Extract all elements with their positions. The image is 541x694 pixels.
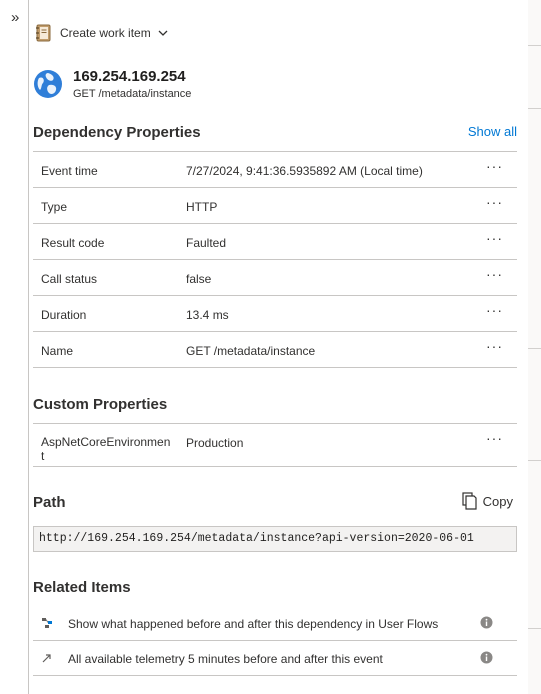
related-item[interactable]: Show what happened before and after this… [33, 606, 517, 641]
dependency-properties-table: Event time 7/27/2024, 9:41:36.5935892 AM… [33, 151, 517, 368]
property-value: 7/27/2024, 9:41:36.5935892 AM (Local tim… [186, 164, 423, 178]
chevron-down-icon [158, 30, 168, 36]
copy-label: Copy [482, 493, 513, 509]
related-items-list: Show what happened before and after this… [33, 606, 517, 676]
more-options-button[interactable]: ··· [486, 302, 503, 318]
copy-path-button[interactable]: Copy [462, 492, 513, 510]
user-flows-icon [42, 618, 52, 628]
more-options-button[interactable]: ··· [486, 194, 503, 210]
create-work-item-button[interactable]: Create work item [35, 22, 168, 44]
property-key: AspNetCoreEnvironment [41, 435, 171, 463]
right-strip-divider [528, 348, 541, 349]
left-collapsed-rail [0, 0, 28, 694]
property-key: Name [41, 344, 74, 358]
right-strip-divider [528, 628, 541, 629]
property-key: Event time [41, 164, 98, 178]
property-value: false [186, 272, 212, 286]
notebook-icon [36, 24, 51, 42]
property-value: 13.4 ms [186, 308, 229, 322]
custom-properties-table: AspNetCoreEnvironment Production ··· [33, 423, 517, 467]
dependency-command-subtitle: GET /metadata/instance [73, 88, 192, 100]
info-icon[interactable] [480, 651, 493, 664]
property-value: Production [186, 436, 244, 450]
property-row: Event time 7/27/2024, 9:41:36.5935892 AM… [33, 152, 517, 188]
create-work-item-label: Create work item [60, 26, 151, 40]
property-row: Name GET /metadata/instance ··· [33, 332, 517, 368]
property-key: Result code [41, 236, 105, 250]
property-row: Type HTTP ··· [33, 188, 517, 224]
related-item-label: All available telemetry 5 minutes before… [68, 652, 383, 666]
arrow-up-right-icon [42, 654, 51, 663]
info-icon[interactable] [480, 616, 493, 629]
property-key: Call status [41, 272, 98, 286]
globe-icon [34, 70, 62, 98]
right-background-strip [528, 0, 541, 694]
property-row: AspNetCoreEnvironment Production ··· [33, 424, 517, 467]
path-url-text: http://169.254.169.254/metadata/instance… [39, 532, 474, 545]
dependency-target-title: 169.254.169.254 [73, 68, 186, 85]
details-panel: Create work item 169.254.169.254 GET /me… [29, 0, 528, 694]
path-url-field[interactable]: http://169.254.169.254/metadata/instance… [33, 526, 517, 552]
related-item[interactable]: All available telemetry 5 minutes before… [33, 641, 517, 676]
copy-icon [462, 492, 477, 510]
property-row: Call status false ··· [33, 260, 517, 296]
property-value: Faulted [186, 236, 227, 250]
property-row: Duration 13.4 ms ··· [33, 296, 517, 332]
property-key: Type [41, 200, 68, 214]
path-heading: Path [33, 494, 66, 511]
property-row: Result code Faulted ··· [33, 224, 517, 260]
related-item-label: Show what happened before and after this… [68, 617, 439, 631]
property-value: HTTP [186, 200, 218, 214]
more-options-button[interactable]: ··· [486, 338, 503, 354]
more-options-button[interactable]: ··· [486, 430, 503, 446]
dependency-properties-heading: Dependency Properties [33, 124, 201, 141]
dependency-header: 169.254.169.254 GET /metadata/instance [33, 68, 192, 100]
right-strip-divider [528, 108, 541, 109]
more-options-button[interactable]: ··· [486, 230, 503, 246]
property-value: GET /metadata/instance [186, 344, 316, 358]
more-options-button[interactable]: ··· [486, 158, 503, 174]
related-items-heading: Related Items [33, 579, 131, 596]
right-strip-divider [528, 460, 541, 461]
custom-properties-heading: Custom Properties [33, 396, 168, 413]
more-options-button[interactable]: ··· [486, 266, 503, 282]
expand-panel-button[interactable]: » [11, 9, 19, 26]
show-all-link[interactable]: Show all [468, 124, 517, 139]
property-key: Duration [41, 308, 87, 322]
right-strip-divider [528, 45, 541, 46]
